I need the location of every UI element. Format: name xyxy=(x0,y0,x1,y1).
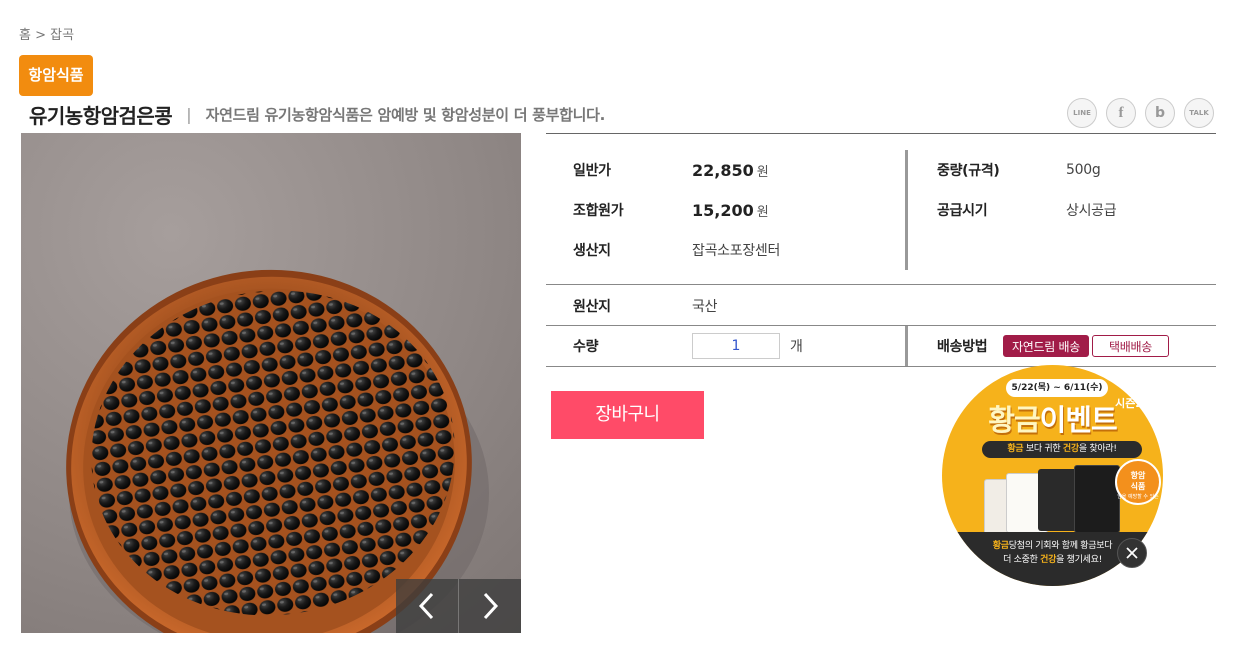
promo-badge-small: 암을 예방할 수 있는 xyxy=(1117,494,1159,500)
shipping-option-naturaldream[interactable]: 자연드림 배송 xyxy=(1003,335,1089,357)
promo-dates: 5/22(목) ~ 6/11(수) xyxy=(1006,379,1108,397)
supply-row: 공급시기 상시공급 xyxy=(937,200,1117,220)
origin-section: 원산지 국산 xyxy=(546,285,1216,325)
breadcrumb: 홈 > 잡곡 xyxy=(19,24,74,43)
chevron-right-icon xyxy=(483,592,499,620)
band-icon: b xyxy=(1154,105,1166,121)
shipping-row: 배송방법 자연드림 배송 택배배송 xyxy=(937,335,1169,357)
origin-value: 국산 xyxy=(692,299,718,315)
regular-price-row: 일반가 22,850 원 xyxy=(573,160,769,180)
black-beans-bowl-image xyxy=(66,269,489,633)
promo-bottom-health: 건강 xyxy=(1040,555,1057,565)
weight-label: 중량(규격) xyxy=(937,163,1000,179)
image-prev-button[interactable] xyxy=(396,579,459,633)
promo-title-event: 이벤트 xyxy=(1039,403,1118,437)
quantity-unit: 개 xyxy=(790,339,803,355)
weight-row: 중량(규격) 500g xyxy=(937,160,1101,180)
regular-price-label: 일반가 xyxy=(573,163,611,179)
product-description: 자연드림 유기농항암식품은 암예방 및 항암성분이 더 풍부합니다. xyxy=(205,105,606,124)
quantity-input[interactable] xyxy=(692,333,780,359)
share-kakaotalk-button[interactable]: TALK xyxy=(1184,98,1214,128)
promo-bottom-line2b: 을 챙기세요! xyxy=(1056,555,1102,565)
info-top-section: 일반가 22,850 원 조합원가 15,200 원 생산지 잡곡소포장센터 중… xyxy=(546,134,1216,284)
shipping-label: 배송방법 xyxy=(937,339,988,355)
supply-label: 공급시기 xyxy=(937,203,988,219)
golden-event-popup[interactable]: 5/22(목) ~ 6/11(수) 시즌2 황금이벤트 황금 보다 귀한 건강을… xyxy=(942,365,1163,586)
info-vertical-divider xyxy=(905,150,908,270)
member-price-label: 조합원가 xyxy=(573,203,624,219)
promo-subtitle: 황금 보다 귀한 건강을 찾아라! xyxy=(982,441,1142,458)
producer-value: 잡곡소포장센터 xyxy=(692,243,781,259)
promo-subtitle-health: 건강 xyxy=(1062,444,1079,454)
share-band-button[interactable]: b xyxy=(1145,98,1175,128)
breadcrumb-current[interactable]: 잡곡 xyxy=(50,24,74,43)
title-row: 유기농항암검은콩 | 자연드림 유기농항암식품은 암예방 및 항암성분이 더 풍… xyxy=(29,100,605,128)
quantity-row: 수량 개 xyxy=(573,333,803,359)
promo-badge: 항암 식품 암을 예방할 수 있는 xyxy=(1115,459,1161,505)
promo-badge-line2: 식품 xyxy=(1130,482,1146,491)
quantity-section: 수량 개 배송방법 자연드림 배송 택배배송 xyxy=(546,326,1216,366)
origin-label: 원산지 xyxy=(573,299,611,315)
promo-close-button[interactable] xyxy=(1117,538,1147,568)
promo-subtitle-text1: 보다 귀한 xyxy=(1025,444,1061,454)
promo-title: 황금이벤트 xyxy=(942,397,1163,439)
promo-bottom-line1: 당첨의 기회와 함께 황금보다 xyxy=(1008,541,1113,551)
member-price-currency: 원 xyxy=(756,204,769,220)
share-line-button[interactable]: LINE xyxy=(1067,98,1097,128)
breadcrumb-separator: > xyxy=(35,28,47,43)
chevron-left-icon xyxy=(418,592,434,620)
supply-value: 상시공급 xyxy=(1066,203,1117,219)
product-name: 유기농항암검은콩 xyxy=(29,103,173,128)
promo-bottom-line2a: 더 소중한 xyxy=(1003,555,1038,565)
product-image xyxy=(21,133,521,633)
origin-row: 원산지 국산 xyxy=(573,296,717,316)
facebook-icon: f xyxy=(1118,104,1124,121)
share-buttons: LINE f b TALK xyxy=(1067,98,1214,128)
producer-row: 생산지 잡곡소포장센터 xyxy=(573,240,780,260)
add-to-cart-button[interactable]: 장바구니 xyxy=(551,391,704,439)
promo-products-image xyxy=(978,465,1128,535)
promo-subtitle-gold: 황금 xyxy=(1007,444,1024,454)
breadcrumb-home[interactable]: 홈 xyxy=(19,24,31,43)
shipping-option-parcel[interactable]: 택배배송 xyxy=(1091,335,1169,357)
member-price-row: 조합원가 15,200 원 xyxy=(573,200,769,220)
quantity-vertical-divider xyxy=(905,326,908,366)
regular-price-currency: 원 xyxy=(756,164,769,180)
promo-badge-line1: 항암 xyxy=(1130,471,1146,480)
share-facebook-button[interactable]: f xyxy=(1106,98,1136,128)
image-next-button[interactable] xyxy=(459,579,521,633)
close-icon xyxy=(1126,547,1138,559)
producer-label: 생산지 xyxy=(573,243,611,259)
kakaotalk-icon: TALK xyxy=(1189,109,1209,117)
promo-subtitle-text2: 을 찾아라! xyxy=(1078,444,1117,454)
title-separator: | xyxy=(186,104,192,124)
category-badge: 항암식품 xyxy=(19,55,93,96)
member-price-value: 15,200 xyxy=(692,200,754,220)
quantity-label: 수량 xyxy=(573,339,599,355)
product-info-panel: 일반가 22,850 원 조합원가 15,200 원 생산지 잡곡소포장센터 중… xyxy=(546,133,1216,367)
line-icon: LINE xyxy=(1073,109,1091,117)
promo-bottom-gold: 황금 xyxy=(992,541,1009,551)
promo-title-gold: 황금 xyxy=(988,403,1040,437)
weight-value: 500g xyxy=(1066,162,1101,178)
regular-price-value: 22,850 xyxy=(692,160,754,180)
